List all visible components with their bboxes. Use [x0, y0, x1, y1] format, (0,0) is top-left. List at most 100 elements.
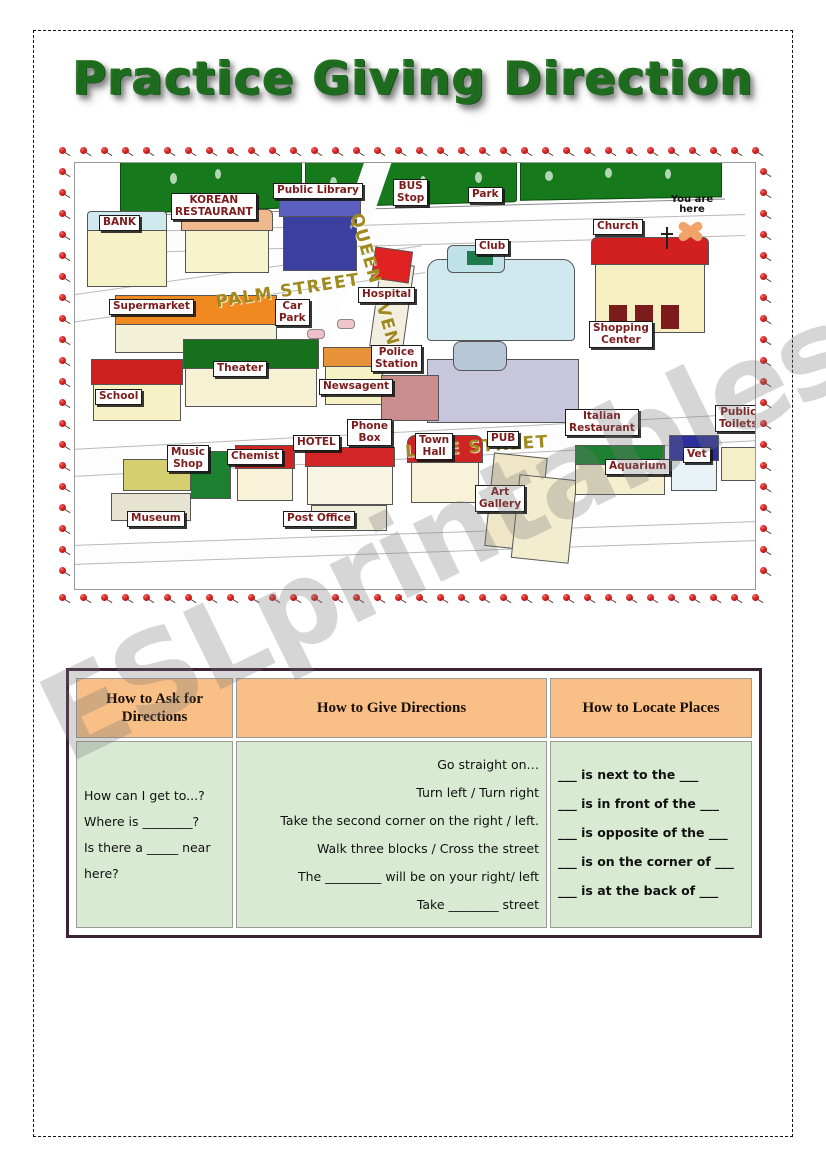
berry-icon [760, 525, 772, 535]
berry-icon [668, 594, 680, 604]
building-bank [87, 225, 167, 287]
map-label-art-gallery[interactable]: Art Gallery [475, 485, 526, 512]
ask-phrase: Where is ________? [84, 813, 200, 829]
berry-icon [206, 147, 218, 157]
berry-icon [605, 147, 617, 157]
map-label-aquarium[interactable]: Aquarium [605, 459, 671, 475]
x-marker-icon [675, 217, 705, 243]
map-label-school[interactable]: School [95, 389, 143, 405]
map-label-hospital[interactable]: Hospital [358, 287, 416, 303]
building-hotel [307, 461, 393, 505]
berry-icon [760, 336, 772, 346]
map-label-police-station[interactable]: Police Station [371, 345, 422, 372]
berry-icon [584, 594, 596, 604]
map-label-bus-stop[interactable]: BUS Stop [393, 179, 429, 206]
berry-icon [332, 594, 344, 604]
map-label-newsagent[interactable]: Newsagent [319, 379, 394, 395]
berry-icon [760, 231, 772, 241]
berry-icon [760, 483, 772, 493]
map-label-church[interactable]: Church [593, 219, 643, 235]
berry-icon [437, 594, 449, 604]
locate-phrase: ___ is in front of the ___ [558, 796, 719, 811]
berry-icon [437, 147, 449, 157]
town-map: PALM STREET QUEEN AVENUE LANE STREET BAN… [52, 140, 776, 610]
berry-icon [374, 147, 386, 157]
berry-icon [689, 147, 701, 157]
berry-icon [584, 147, 596, 157]
ask-phrase: Is there a _____ near here? [84, 839, 211, 881]
berry-icon [416, 147, 428, 157]
berry-icon [731, 147, 743, 157]
map-label-museum[interactable]: Museum [127, 511, 185, 527]
berry-icon [563, 147, 575, 157]
locate-phrase: ___ is opposite of the ___ [558, 825, 728, 840]
berry-icon [479, 594, 491, 604]
berry-icon [59, 147, 71, 157]
berry-icon [143, 594, 155, 604]
map-label-chemist[interactable]: Chemist [227, 449, 284, 465]
give-phrase: The _________ will be on your right/ lef… [297, 868, 540, 884]
berry-icon [760, 399, 772, 409]
map-label-post-office[interactable]: Post Office [283, 511, 355, 527]
cell-give-directions: Go straight on… Turn left / Turn right T… [236, 741, 548, 928]
map-label-korean-restaurant[interactable]: KOREAN RESTAURANT [171, 193, 257, 220]
map-canvas: PALM STREET QUEEN AVENUE LANE STREET BAN… [74, 162, 756, 590]
berry-icon [760, 357, 772, 367]
berry-icon [760, 546, 772, 556]
berry-icon [59, 315, 71, 325]
map-label-vet[interactable]: Vet [683, 447, 711, 463]
map-label-car-park[interactable]: Car Park [275, 299, 310, 326]
berry-icon [626, 147, 638, 157]
berry-icon [143, 147, 155, 157]
berry-icon [710, 147, 722, 157]
berry-icon [269, 594, 281, 604]
berry-icon [59, 525, 71, 535]
map-label-public-library[interactable]: Public Library [273, 183, 363, 199]
berry-icon [626, 594, 638, 604]
map-label-hotel[interactable]: HOTEL [293, 435, 340, 451]
table-header-row: How to Ask for Directions How to Give Di… [76, 678, 752, 738]
berry-icon [689, 594, 701, 604]
berry-icon [227, 147, 239, 157]
berry-icon [710, 594, 722, 604]
berry-icon [668, 147, 680, 157]
map-label-park[interactable]: Park [468, 187, 503, 203]
berry-icon [290, 147, 302, 157]
building-korean-restaurant [185, 225, 269, 273]
berry-icon [563, 594, 575, 604]
berry-icon [164, 594, 176, 604]
berry-icon [59, 462, 71, 472]
cell-ask-for-directions: How can I get to...? Where is ________? … [76, 741, 234, 928]
berry-icon [395, 147, 407, 157]
map-label-pub[interactable]: PUB [487, 431, 520, 447]
berry-icon [248, 147, 260, 157]
map-label-italian-restaurant[interactable]: Italian Restaurant [565, 409, 639, 436]
berry-icon [59, 252, 71, 262]
locate-phrase: ___ is at the back of ___ [558, 883, 719, 898]
map-label-music-shop[interactable]: Music Shop [167, 445, 209, 472]
map-label-public-toilets[interactable]: Public Toilets [715, 405, 755, 432]
berry-icon [122, 594, 134, 604]
you-are-here-label: You are here [670, 194, 714, 215]
map-label-supermarket[interactable]: Supermarket [109, 299, 194, 315]
berry-icon [752, 147, 764, 157]
map-label-club[interactable]: Club [475, 239, 510, 255]
berry-icon [752, 594, 764, 604]
berry-icon [760, 210, 772, 220]
table-header-give: How to Give Directions [236, 678, 548, 738]
map-label-bank[interactable]: BANK [99, 215, 141, 231]
table-header-ask: How to Ask for Directions [76, 678, 234, 738]
map-label-town-hall[interactable]: Town Hall [415, 433, 454, 460]
berry-icon [647, 594, 659, 604]
map-label-shopping-center[interactable]: Shopping Center [589, 321, 653, 348]
phrases-table: How to Ask for Directions How to Give Di… [73, 675, 755, 931]
berry-icon [416, 594, 428, 604]
map-label-theater[interactable]: Theater [213, 361, 268, 377]
locate-phrase: ___ is on the corner of ___ [558, 854, 734, 869]
berry-icon [164, 147, 176, 157]
berry-icon [185, 147, 197, 157]
berry-icon [332, 147, 344, 157]
map-label-phone-box[interactable]: Phone Box [347, 419, 392, 446]
berry-icon [59, 378, 71, 388]
give-phrase: Take ________ street [416, 896, 540, 912]
